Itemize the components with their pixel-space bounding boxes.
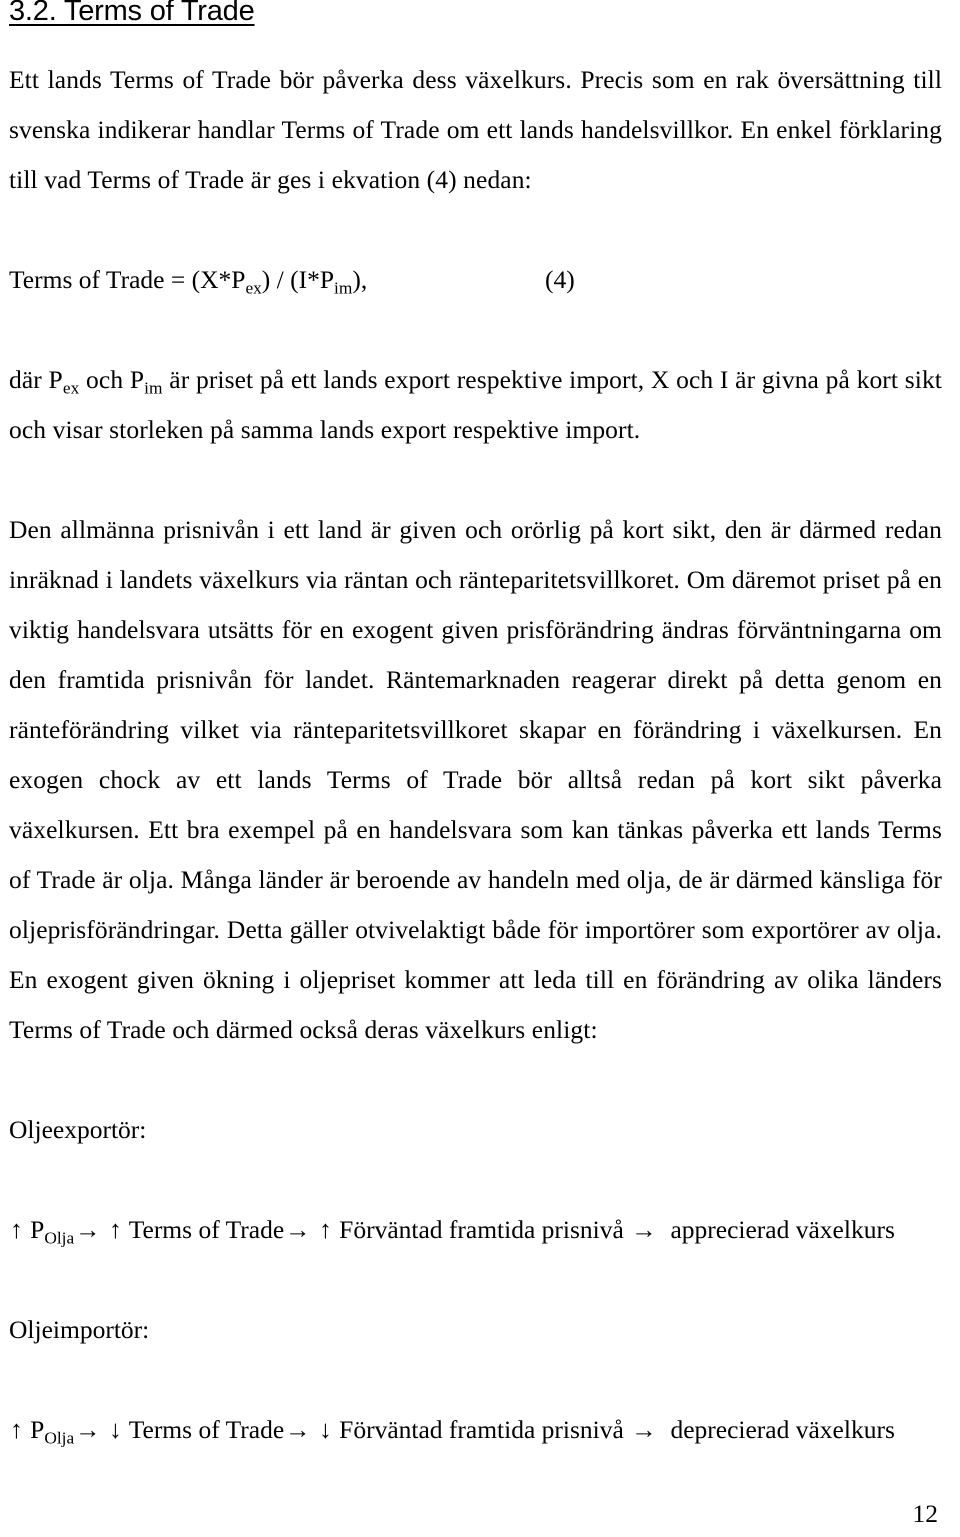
definitions-part-a: där P: [9, 365, 63, 394]
section-heading: 3.2. Terms of Trade: [9, 0, 255, 27]
up-arrow-icon: ↑: [10, 1415, 23, 1444]
terms-of-trade-label: Terms of Trade: [128, 1415, 285, 1444]
exchange-rate-result: apprecierad växelkurs: [670, 1215, 895, 1244]
page-number: 12: [912, 1499, 939, 1528]
equation-4: Terms of Trade = (X*Pex) / (I*Pim), (4): [9, 255, 942, 305]
terms-of-trade-label: Terms of Trade: [128, 1215, 285, 1244]
expected-price-level-label: Förväntad framtida prisnivå: [339, 1415, 624, 1444]
oil-price-symbol: P: [30, 1215, 45, 1244]
up-arrow-icon: ↑: [319, 1215, 332, 1244]
expected-price-level-label: Förväntad framtida prisnivå: [339, 1215, 624, 1244]
down-arrow-icon: ↓: [319, 1415, 332, 1444]
up-arrow-icon: ↑: [10, 1215, 23, 1244]
down-arrow-icon: ↓: [109, 1415, 122, 1444]
document-page: 3.2. Terms of Trade Ett lands Terms of T…: [0, 0, 960, 1537]
chain-oil-importer: ↑ POlja→ ↓ Terms of Trade→ ↓ Förväntad f…: [9, 1405, 942, 1455]
definitions-subscript-ex: ex: [62, 378, 80, 398]
equation-subscript-ex: ex: [245, 278, 262, 298]
equation-subscript-im: im: [334, 278, 353, 298]
paragraph-definitions: där Pex och Pim är priset på ett lands e…: [9, 355, 942, 455]
right-arrow-icon: →: [285, 1415, 311, 1444]
paragraph-main: Den allmänna prisnivån i ett land är giv…: [9, 515, 942, 1044]
right-arrow-icon: →: [75, 1215, 101, 1244]
oil-price-symbol: P: [30, 1415, 45, 1444]
label-oil-exporter: Oljeexportör:: [9, 1115, 147, 1144]
definitions-part-b: och P: [79, 365, 145, 394]
oil-price-subscript: Olja: [44, 1228, 75, 1248]
equation-number: (4): [545, 265, 575, 294]
equation-lhs: Terms of Trade = (X*P: [9, 265, 246, 294]
equation-mid: ) / (I*P: [261, 265, 335, 294]
chain-oil-exporter: ↑ POlja→ ↑ Terms of Trade→ ↑ Förväntad f…: [9, 1205, 942, 1255]
oil-price-subscript: Olja: [44, 1428, 75, 1448]
right-arrow-icon: →: [285, 1215, 311, 1244]
right-arrow-icon: →: [631, 1415, 657, 1444]
right-arrow-icon: →: [631, 1215, 657, 1244]
equation-rhs: ),: [352, 265, 368, 294]
up-arrow-icon: ↑: [109, 1215, 122, 1244]
paragraph-intro: Ett lands Terms of Trade bör påverka des…: [9, 65, 942, 194]
exchange-rate-result: deprecierad växelkurs: [670, 1415, 895, 1444]
definitions-part-c: är priset på ett lands export respektive…: [9, 365, 942, 444]
label-oil-importer: Oljeimportör:: [9, 1315, 150, 1344]
definitions-subscript-im: im: [144, 378, 163, 398]
right-arrow-icon: →: [75, 1415, 101, 1444]
